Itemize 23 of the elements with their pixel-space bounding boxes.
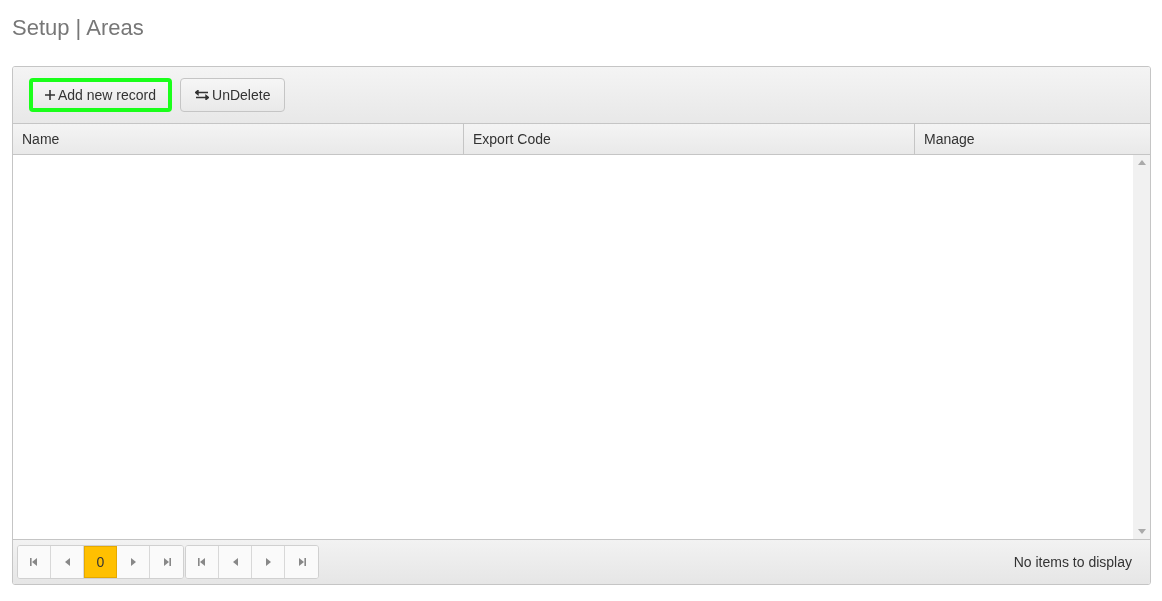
status-text: No items to display — [1013, 554, 1132, 570]
next-page-icon — [265, 558, 271, 566]
page-title: Setup | Areas — [12, 14, 144, 42]
column-header[interactable]: Name — [13, 124, 464, 154]
scrollbar[interactable] — [1133, 155, 1150, 539]
first-page-button[interactable] — [186, 546, 219, 578]
scroll-down-icon[interactable] — [1137, 529, 1146, 534]
plus-icon — [45, 90, 55, 100]
previous-page-icon — [64, 558, 70, 566]
first-page-icon — [198, 558, 206, 566]
column-header[interactable]: Manage — [915, 124, 1150, 154]
page-button[interactable]: 0 — [84, 546, 117, 578]
undelete-button[interactable]: UnDelete — [180, 78, 286, 112]
add-record-button[interactable]: Add new record — [29, 78, 173, 112]
scroll-up-icon[interactable] — [1137, 160, 1146, 165]
first-page-icon — [30, 558, 38, 566]
first-page-button[interactable] — [18, 546, 51, 578]
last-page-icon — [162, 558, 171, 566]
previous-page-icon — [232, 558, 238, 566]
swap-arrows-icon — [195, 90, 210, 100]
column-header[interactable]: Export Code — [464, 124, 915, 154]
last-page-icon — [297, 558, 306, 566]
next-page-icon — [130, 558, 136, 566]
